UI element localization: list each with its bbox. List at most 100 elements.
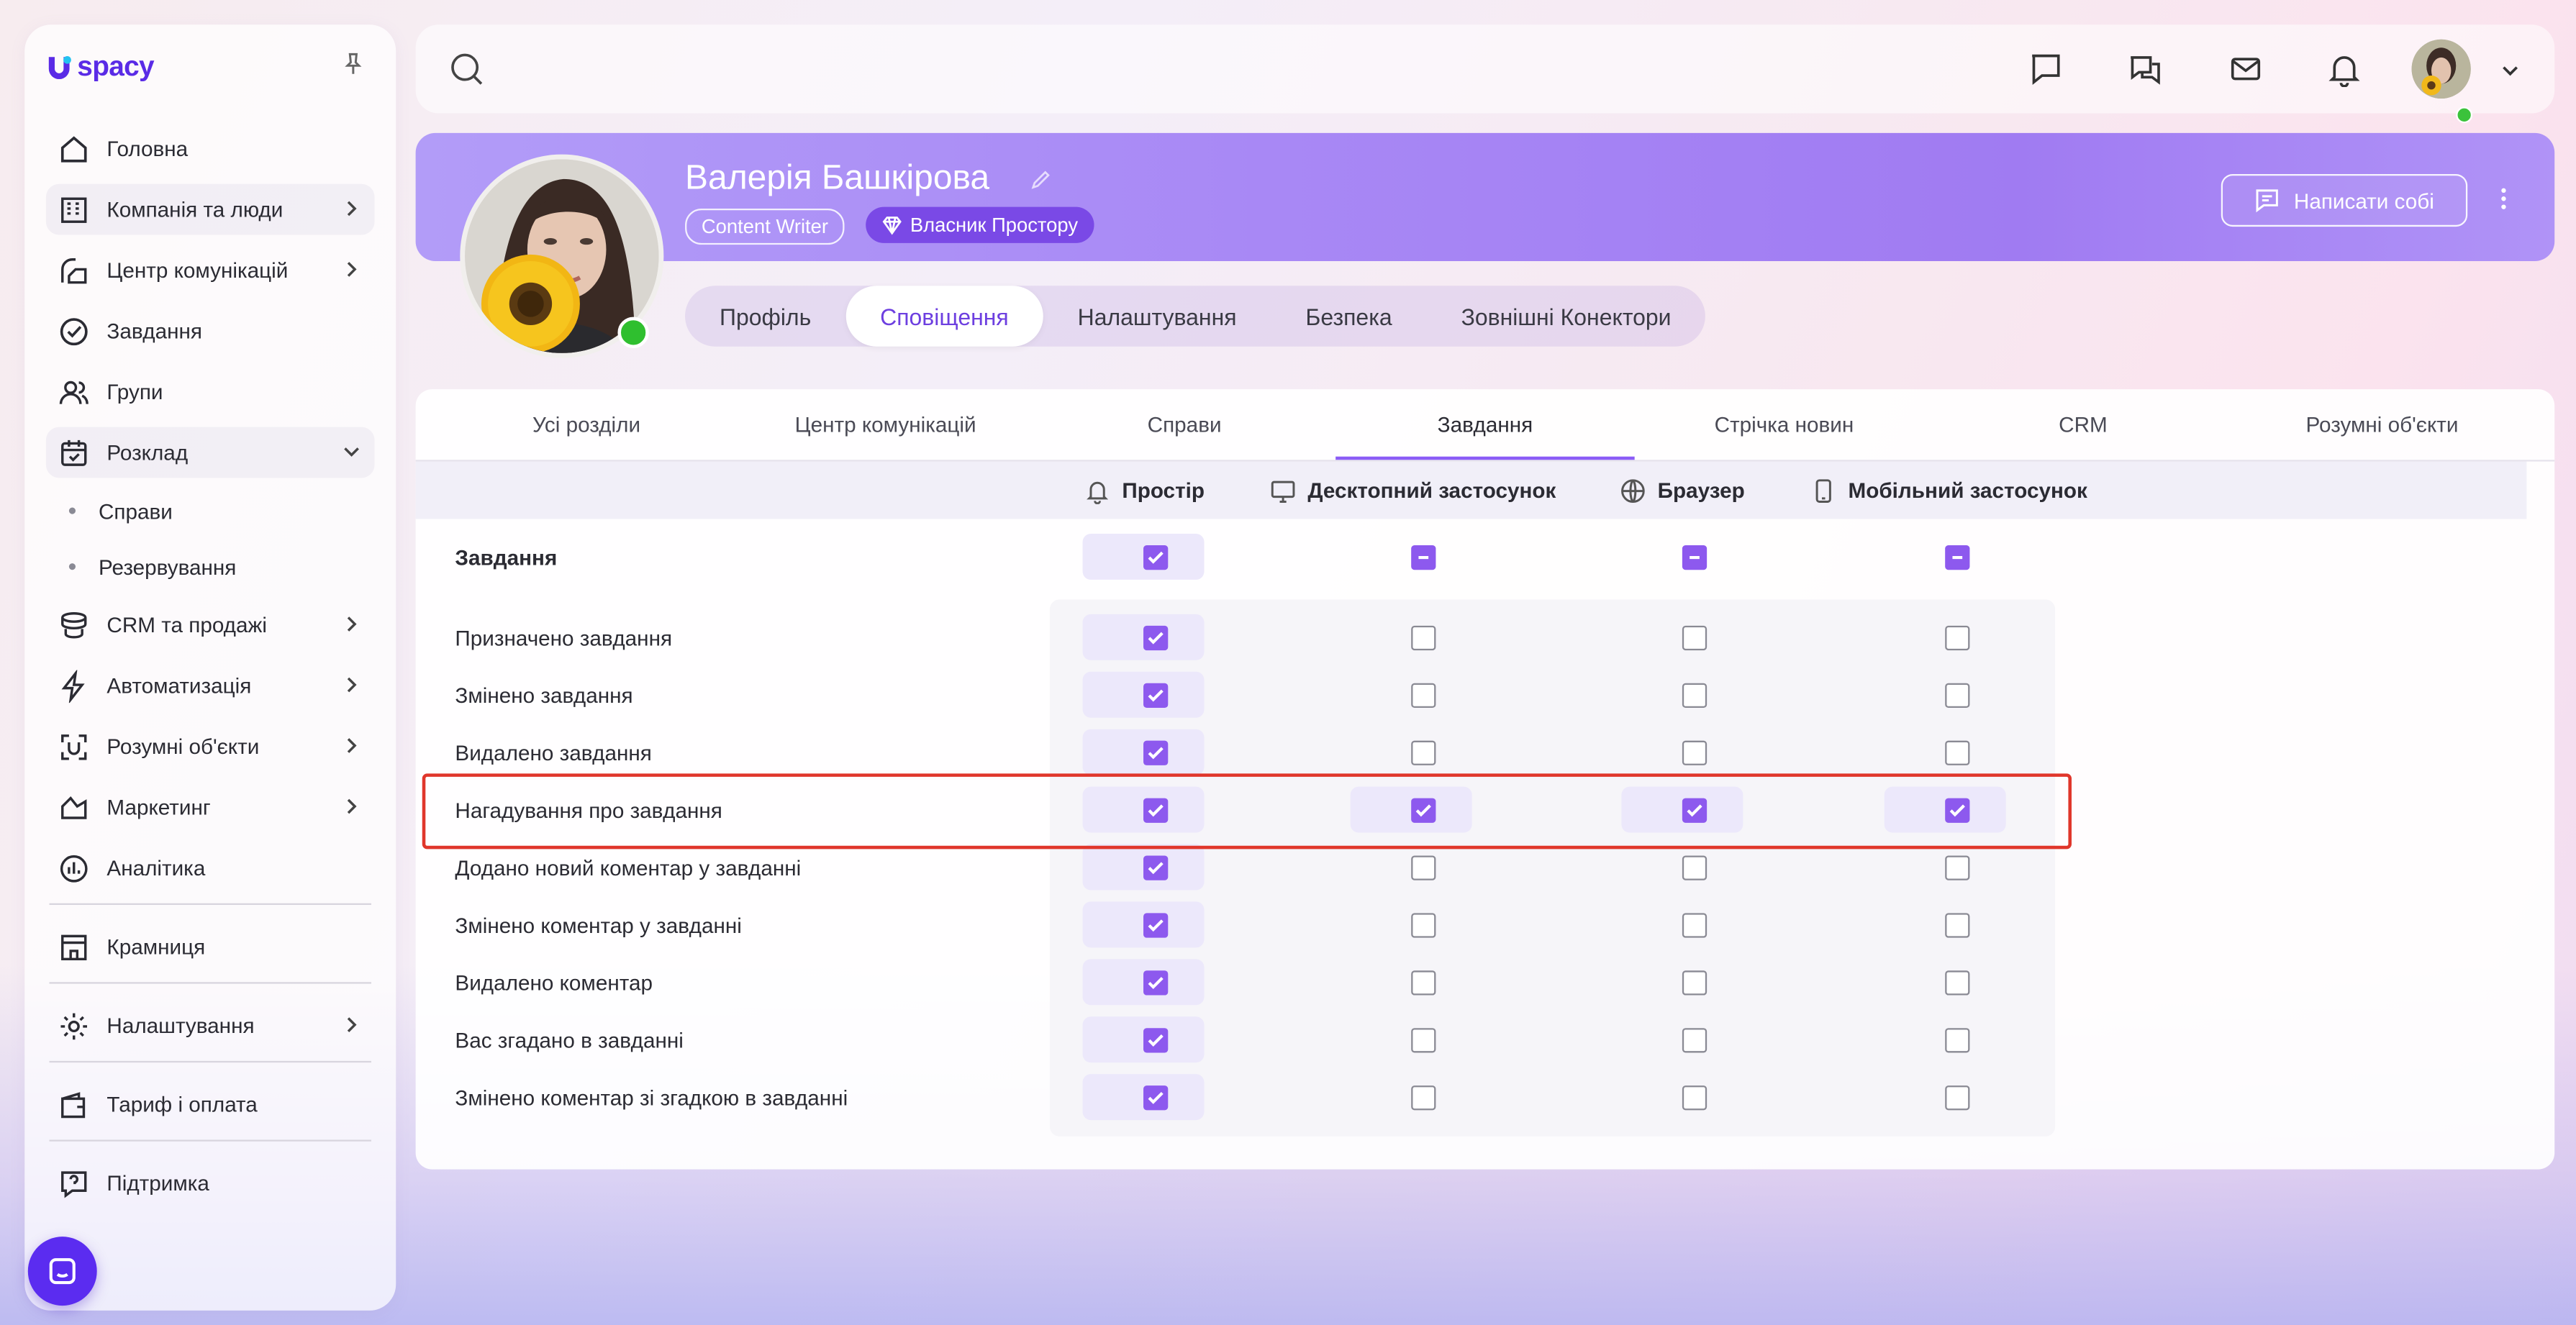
sidebar-item-communications[interactable]: Центр комунікацій	[46, 245, 375, 296]
profile-name: Валерія Башкірова	[685, 159, 990, 197]
highlight-box	[422, 773, 2072, 850]
notification-checkbox[interactable]	[1945, 1028, 1970, 1053]
notification-checkbox[interactable]	[1945, 740, 1970, 765]
sidebar-item-company[interactable]: Компанія та люди	[45, 183, 375, 235]
database-icon	[58, 609, 91, 642]
sidebar-item-analytics[interactable]: Аналітика	[46, 842, 375, 893]
sidebar-item-billing[interactable]: Тариф і оплата	[46, 1079, 375, 1130]
tab-notifications[interactable]: Сповіщення	[845, 286, 1043, 347]
notification-checkbox[interactable]	[1143, 683, 1169, 709]
logo[interactable]: spacy	[45, 51, 155, 84]
sidebar-item-label: Аналітика	[106, 855, 206, 880]
notification-checkbox[interactable]	[1682, 913, 1707, 938]
tab-profile[interactable]: Профіль	[685, 286, 845, 346]
notification-checkbox[interactable]	[1682, 855, 1707, 880]
notification-checkbox[interactable]	[1411, 1028, 1436, 1053]
tab-settings[interactable]: Налаштування	[1043, 286, 1271, 346]
notification-checkbox[interactable]	[1945, 1085, 1970, 1111]
notification-checkbox[interactable]	[1143, 1028, 1169, 1053]
sidebar-item-store[interactable]: Крамниця	[46, 921, 375, 973]
column-header-label: Десктопний застосунок	[1307, 478, 1556, 503]
notification-checkbox[interactable]	[1682, 970, 1707, 996]
sidebar-item-marketing[interactable]: Маркетинг	[46, 782, 375, 833]
mail-icon[interactable]	[2228, 51, 2264, 87]
sidebar-divider	[49, 1060, 371, 1063]
section-tab-communications[interactable]: Центр комунікацій	[736, 389, 1035, 460]
channel-header-row: Простір Десктопний застосунок Браузер Мо…	[415, 461, 2527, 519]
notification-checkbox[interactable]	[1411, 970, 1436, 996]
sidebar-item-tasks[interactable]: Завдання	[46, 306, 375, 357]
group-checkbox[interactable]	[1945, 545, 1970, 570]
tab-external-connectors[interactable]: Зовнішні Конектори	[1427, 286, 1706, 346]
notification-checkbox[interactable]	[1682, 683, 1707, 709]
bell-icon[interactable]	[2326, 51, 2362, 88]
notification-checkbox[interactable]	[1143, 970, 1169, 996]
sidebar-item-crm[interactable]: CRM та продажі	[46, 599, 375, 650]
notification-checkbox[interactable]	[1411, 855, 1436, 880]
sidebar-item-groups[interactable]: Групи	[46, 366, 375, 417]
edit-pencil-icon[interactable]	[1030, 169, 1052, 191]
tab-security[interactable]: Безпека	[1271, 286, 1426, 346]
sidebar-item-settings[interactable]: Налаштування	[46, 1000, 375, 1051]
chat-icon[interactable]	[2027, 51, 2063, 87]
notification-checkbox[interactable]	[1682, 625, 1707, 651]
notification-checkbox[interactable]	[1143, 1085, 1169, 1111]
notification-checkbox[interactable]	[1411, 740, 1436, 765]
notification-checkbox[interactable]	[1143, 913, 1169, 938]
notification-checkbox[interactable]	[1411, 625, 1436, 651]
write-to-self-button[interactable]: Написати собі	[2221, 174, 2468, 227]
check-circle-icon	[58, 314, 91, 347]
sidebar-item-home[interactable]: Головна	[46, 123, 375, 174]
notification-checkbox[interactable]	[1945, 913, 1970, 938]
section-tab-newsfeed[interactable]: Стрічка новин	[1635, 389, 1934, 460]
notification-checkbox[interactable]	[1682, 1085, 1707, 1111]
notification-row-label: Призначено завдання	[455, 625, 673, 651]
column-header-browser: Браузер	[1620, 462, 1745, 519]
group-checkbox[interactable]	[1143, 545, 1169, 570]
sidebar-subitem-label: Резервування	[98, 554, 237, 579]
notification-checkbox[interactable]	[1945, 625, 1970, 651]
notification-checkbox[interactable]	[1143, 625, 1169, 651]
notification-checkbox[interactable]	[1143, 740, 1169, 765]
sidebar-item-smart-objects[interactable]: Розумні об'єкти	[46, 721, 375, 772]
notification-checkbox[interactable]	[1682, 740, 1707, 765]
sidebar-item-automation[interactable]: Автоматизація	[46, 660, 375, 711]
search-icon[interactable]	[448, 51, 484, 87]
chevron-right-icon	[347, 1017, 357, 1032]
bullet-icon	[68, 563, 76, 570]
sidebar-subitem-label: Справи	[98, 498, 173, 524]
notification-checkbox[interactable]	[1411, 683, 1436, 709]
notification-checkbox[interactable]	[1945, 683, 1970, 709]
sidebar-item-schedule[interactable]: Розклад	[45, 427, 375, 478]
notification-checkbox[interactable]	[1945, 855, 1970, 880]
pin-icon[interactable]	[340, 51, 367, 78]
chat-widget-button[interactable]	[27, 1237, 97, 1306]
notification-checkbox[interactable]	[1411, 913, 1436, 938]
group-checkbox[interactable]	[1411, 545, 1436, 570]
group-checkbox[interactable]	[1682, 545, 1707, 570]
messenger-icon[interactable]	[2128, 51, 2164, 87]
notification-checkbox[interactable]	[1411, 1085, 1436, 1111]
more-vertical-icon[interactable]	[2492, 186, 2515, 212]
sidebar-item-label: Крамниця	[106, 934, 206, 960]
sidebar-subitem-affairs[interactable]: Справи	[46, 488, 375, 534]
section-tab-all[interactable]: Усі розділи	[437, 389, 736, 460]
notification-checkbox[interactable]	[1143, 855, 1169, 880]
phone-icon	[1810, 477, 1837, 504]
group-row-label: Завдання	[455, 545, 558, 570]
chat-bubble-icon	[49, 1258, 76, 1285]
section-tab-affairs[interactable]: Справи	[1035, 389, 1334, 460]
sidebar-item-support[interactable]: Підтримка	[46, 1158, 375, 1209]
section-tab-smart-objects[interactable]: Розумні об'єкти	[2233, 389, 2532, 460]
notification-row: Змінено коментар у завданні	[416, 897, 2555, 955]
notification-row: Змінено коментар зі згадкою в завданні	[416, 1069, 2555, 1126]
section-tab-crm[interactable]: CRM	[1933, 389, 2233, 460]
section-tab-tasks[interactable]: Завдання	[1335, 389, 1635, 460]
notification-checkbox[interactable]	[1682, 1028, 1707, 1053]
sidebar-subitem-booking[interactable]: Резервування	[46, 544, 375, 590]
user-avatar[interactable]	[2411, 39, 2471, 99]
chevron-down-icon[interactable]	[2499, 59, 2522, 82]
notification-checkbox[interactable]	[1945, 970, 1970, 996]
sidebar-item-label: Тариф і оплата	[106, 1092, 258, 1117]
section-tabs: Усі розділи Центр комунікацій Справи Зав…	[415, 389, 2555, 462]
